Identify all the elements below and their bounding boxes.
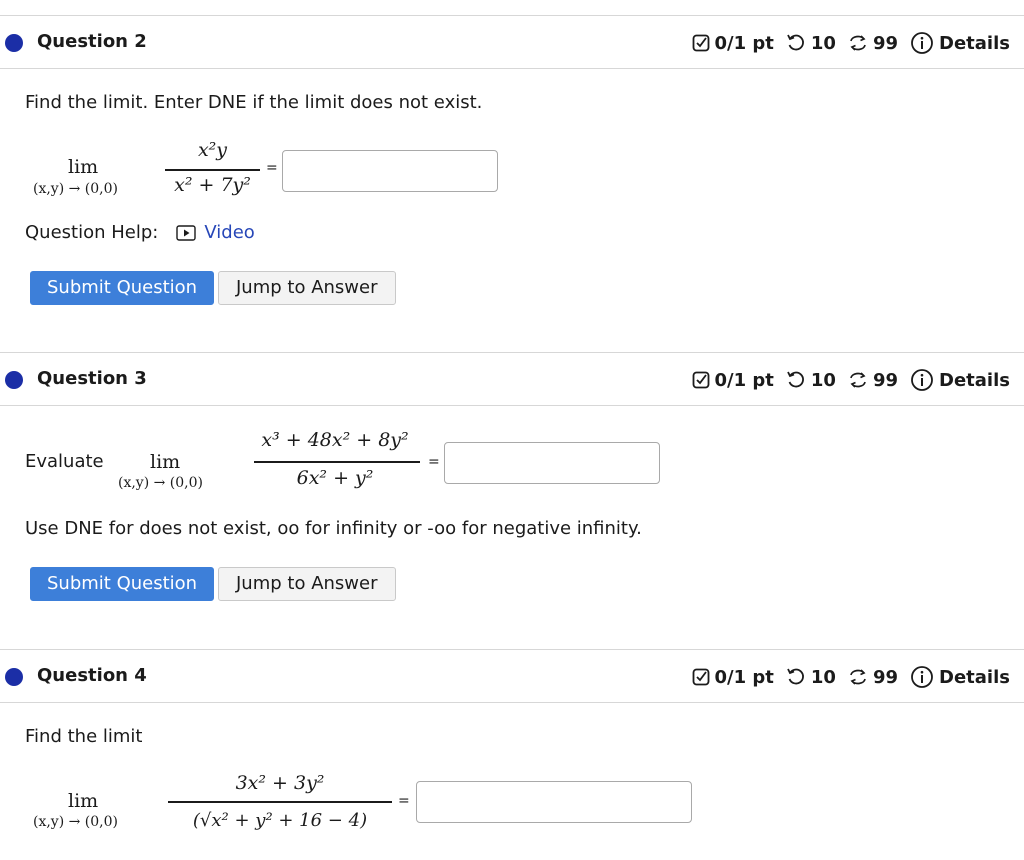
attempts-cycle-icon	[848, 667, 868, 687]
fraction-bar	[254, 461, 420, 463]
limit-expression: Evaluate lim (x,y) → (0,0) x³ + 48x² + 8…	[0, 425, 680, 500]
attempts-cycle-icon	[848, 370, 868, 390]
question-title: Question 4	[37, 665, 147, 686]
details-link[interactable]: Details	[939, 370, 1010, 391]
question-meta: 0/1 pt 10 99 Details	[692, 664, 1010, 690]
question-help-label: Question Help:	[25, 222, 159, 243]
details-link[interactable]: Details	[939, 667, 1010, 688]
info-circle-icon[interactable]	[910, 31, 934, 55]
lim-operator: lim	[68, 156, 99, 178]
question-status-dot	[5, 668, 23, 686]
lim-subscript: (x,y) → (0,0)	[33, 814, 118, 830]
score-text: 0/1 pt	[714, 666, 774, 688]
fraction-denominator: x² + 7y²	[174, 174, 251, 196]
question-prompt: Find the limit. Enter DNE if the limit d…	[25, 92, 483, 113]
checkbox-score-icon	[692, 668, 710, 686]
fraction-denominator: (√x² + y² + 16 − 4)	[192, 810, 368, 831]
attempts-cycle-icon	[848, 33, 868, 53]
fraction-numerator: 3x² + 3y²	[235, 772, 325, 794]
attempts-text: 99	[872, 369, 899, 391]
fraction-bar	[165, 169, 260, 171]
lim-operator: lim	[150, 451, 181, 473]
answer-input[interactable]	[444, 442, 660, 484]
answer-format-note: Use DNE for does not exist, oo for infin…	[25, 518, 642, 539]
question-meta: 0/1 pt 10 99 Details	[692, 367, 1010, 393]
video-link[interactable]: Video	[204, 222, 254, 243]
video-play-icon[interactable]	[176, 224, 197, 241]
question-2-header: Question 2 0/1 pt 10 99 Details	[0, 15, 1024, 69]
retries-text: 10	[810, 666, 836, 688]
checkbox-score-icon	[692, 371, 710, 389]
equals-sign: =	[398, 793, 410, 809]
question-status-dot	[5, 371, 23, 389]
retry-icon	[786, 370, 806, 390]
fraction-bar	[168, 801, 392, 803]
fraction-denominator: 6x² + y²	[296, 467, 374, 489]
retry-icon	[786, 667, 806, 687]
lim-subscript: (x,y) → (0,0)	[118, 475, 203, 491]
score-text: 0/1 pt	[714, 32, 774, 54]
checkbox-score-icon	[692, 34, 710, 52]
evaluate-label: Evaluate	[25, 451, 104, 472]
retries-text: 10	[810, 32, 836, 54]
question-3-header: Question 3 0/1 pt 10 99 Details	[0, 352, 1024, 406]
question-status-dot	[5, 34, 23, 52]
submit-question-button[interactable]: Submit Question	[30, 567, 215, 601]
question-meta: 0/1 pt 10 99 Details	[692, 30, 1010, 56]
submit-question-button[interactable]: Submit Question	[30, 271, 215, 305]
equals-sign: =	[266, 160, 278, 176]
answer-input[interactable]	[416, 781, 692, 823]
lim-operator: lim	[68, 790, 99, 812]
question-title: Question 2	[37, 31, 147, 52]
question-prompt: Find the limit	[25, 726, 143, 747]
answer-input[interactable]	[282, 150, 498, 192]
score-text: 0/1 pt	[714, 369, 774, 391]
retry-icon	[786, 33, 806, 53]
details-link[interactable]: Details	[939, 33, 1010, 54]
question-4-header: Question 4 0/1 pt 10 99 Details	[0, 649, 1024, 703]
info-circle-icon[interactable]	[910, 665, 934, 689]
attempts-text: 99	[872, 666, 899, 688]
jump-to-answer-button[interactable]: Jump to Answer	[218, 567, 396, 601]
fraction-numerator: x³ + 48x² + 8y²	[261, 429, 409, 451]
limit-expression: lim (x,y) → (0,0) 3x² + 3y² (√x² + y² + …	[0, 766, 720, 856]
info-circle-icon[interactable]	[910, 368, 934, 392]
question-help: Question Help: Video	[25, 222, 255, 243]
lim-subscript: (x,y) → (0,0)	[33, 181, 118, 197]
retries-text: 10	[810, 369, 836, 391]
fraction-numerator: x²y	[197, 139, 228, 161]
question-title: Question 3	[37, 368, 147, 389]
limit-expression: lim (x,y) → (0,0) x²y x² + 7y² =	[0, 135, 520, 205]
jump-to-answer-button[interactable]: Jump to Answer	[218, 271, 396, 305]
equals-sign: =	[428, 454, 440, 470]
attempts-text: 99	[872, 32, 899, 54]
